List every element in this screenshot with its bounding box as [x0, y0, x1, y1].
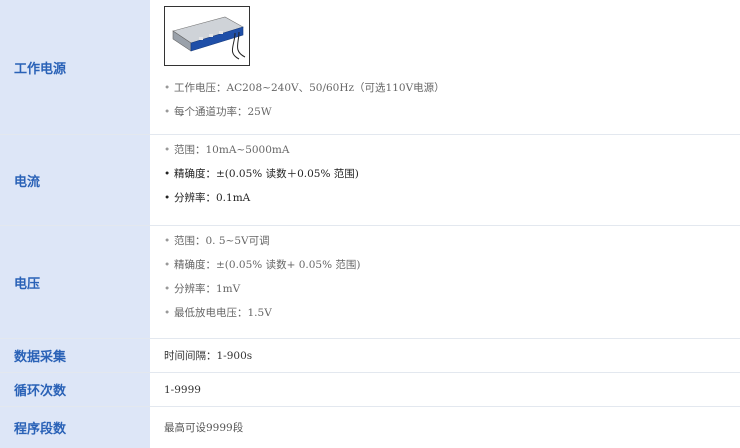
- value-cell: 工作电压：AC208~240V、50/60Hz（可选110V电源） 每个通道功率…: [150, 0, 740, 134]
- current-bullets: 范围：10mA~5000mA 精确度：±(0.05% 读数＋0.05% 范围) …: [164, 138, 740, 210]
- spec-row-current: 电流 范围：10mA~5000mA 精确度：±(0.05% 读数＋0.05% 范…: [0, 135, 740, 226]
- value-cell: 范围：10mA~5000mA 精确度：±(0.05% 读数＋0.05% 范围) …: [150, 135, 740, 225]
- spec-table: 工作电源 工作电压：AC208~240V、50/60Hz（可选110V电源） 每…: [0, 0, 740, 448]
- label-current: 电流: [14, 174, 41, 190]
- spec-row-voltage: 电压 范围：0. 5~5V可调 精确度：±(0.05% 读数+ 0.05% 范围…: [0, 226, 740, 339]
- value-program-steps: 最高可设9999段: [164, 422, 244, 434]
- spec-row-power: 工作电源 工作电压：AC208~240V、50/60Hz（可选110V电源） 每…: [0, 0, 740, 135]
- bullet-voltage-range: 范围：0. 5~5V可调: [164, 229, 740, 253]
- label-power: 工作电源: [14, 61, 67, 77]
- bullet-channel-power: 每个通道功率：25W: [164, 100, 740, 124]
- value-cell: 时间间隔：1-900s: [150, 339, 740, 372]
- label-cell: 循环次数: [0, 373, 150, 406]
- power-bullets: 工作电压：AC208~240V、50/60Hz（可选110V电源） 每个通道功率…: [164, 76, 740, 124]
- value-cell: 范围：0. 5~5V可调 精确度：±(0.05% 读数+ 0.05% 范围) 分…: [150, 226, 740, 338]
- bullet-working-voltage: 工作电压：AC208~240V、50/60Hz（可选110V电源）: [164, 76, 740, 100]
- battery-tester-device-icon: [172, 16, 246, 60]
- voltage-bullets: 范围：0. 5~5V可调 精确度：±(0.05% 读数+ 0.05% 范围) 分…: [164, 229, 740, 325]
- label-program-steps: 程序段数: [14, 422, 67, 437]
- bullet-current-accuracy: 精确度：±(0.05% 读数＋0.05% 范围): [164, 162, 740, 186]
- value-data-acquisition: 时间间隔：1-900s: [164, 350, 253, 362]
- spec-row-data-acquisition: 数据采集 时间间隔：1-900s: [0, 339, 740, 373]
- label-cell: 工作电源: [0, 0, 150, 134]
- value-cycle-count: 1-9999: [164, 383, 201, 396]
- bullet-voltage-accuracy: 精确度：±(0.05% 读数+ 0.05% 范围): [164, 253, 740, 277]
- bullet-current-range: 范围：10mA~5000mA: [164, 138, 740, 162]
- bullet-voltage-resolution: 分辨率：1mV: [164, 277, 740, 301]
- label-voltage: 电压: [14, 276, 41, 292]
- value-cell: 1-9999: [150, 373, 740, 406]
- product-image: [164, 6, 250, 66]
- value-cell: 最高可设9999段: [150, 407, 740, 448]
- label-data-acquisition: 数据采集: [14, 350, 67, 365]
- label-cell: 程序段数: [0, 407, 150, 448]
- label-cell: 数据采集: [0, 339, 150, 372]
- spec-row-program-steps: 程序段数 最高可设9999段: [0, 407, 740, 448]
- bullet-min-discharge-voltage: 最低放电电压：1.5V: [164, 301, 740, 325]
- label-cell: 电流: [0, 135, 150, 225]
- spec-row-cycle-count: 循环次数 1-9999: [0, 373, 740, 407]
- label-cell: 电压: [0, 226, 150, 338]
- bullet-current-resolution: 分辨率：0.1mA: [164, 186, 740, 210]
- label-cycle-count: 循环次数: [14, 384, 67, 399]
